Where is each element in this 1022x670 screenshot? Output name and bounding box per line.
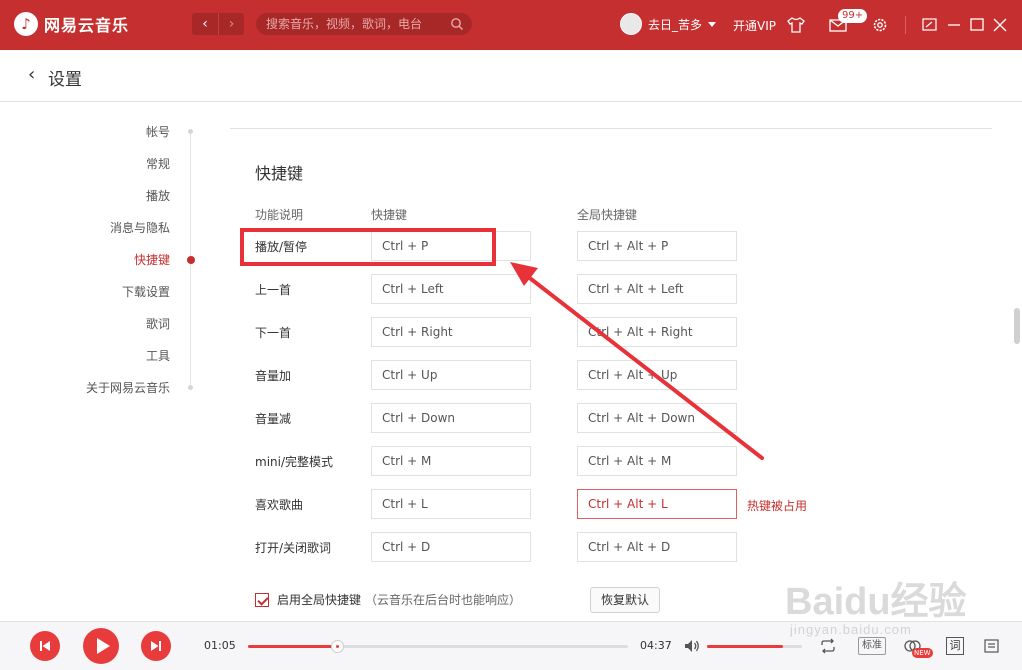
shortcut-field-previous[interactable]: Ctrl + Left: [371, 274, 531, 304]
shortcut-field-toggle-lyrics[interactable]: Ctrl + D: [371, 532, 531, 562]
global-shortcut-field-like-song[interactable]: Ctrl + Alt + L: [577, 489, 737, 519]
shortcut-label-mini-mode: mini/完整模式: [255, 455, 334, 469]
current-time: 01:05: [204, 639, 236, 652]
progress-handle[interactable]: [331, 640, 345, 653]
back-arrow-icon[interactable]: ‹: [192, 13, 218, 35]
sidebar-item-general[interactable]: 常规: [146, 155, 170, 172]
vip-button[interactable]: 开通VIP: [733, 17, 776, 34]
sidebar-dot: [188, 129, 193, 134]
sidebar-item-download[interactable]: 下载设置: [122, 283, 170, 300]
search-icon[interactable]: [450, 17, 464, 31]
global-shortcut-field-volume-up[interactable]: Ctrl + Alt + Up: [577, 360, 737, 390]
global-shortcut-field-previous[interactable]: Ctrl + Alt + Left: [577, 274, 737, 304]
maximize-icon[interactable]: [967, 15, 987, 35]
section-divider: [230, 128, 992, 129]
avatar[interactable]: [620, 13, 642, 35]
shortcut-label-previous: 上一首: [255, 283, 292, 297]
lyrics-button[interactable]: 词: [946, 637, 964, 655]
annotation-highlight-box: [240, 228, 496, 266]
shortcut-label-volume-down: 音量减: [255, 412, 292, 426]
search-box[interactable]: [256, 13, 472, 35]
settings-sidebar: 帐号 常规 播放 消息与隐私 快捷键 下载设置 歌词 工具 关于网易云音乐: [0, 103, 230, 621]
play-icon: [97, 638, 110, 654]
global-shortcut-field-toggle-lyrics[interactable]: Ctrl + Alt + D: [577, 532, 737, 562]
next-icon: [151, 641, 161, 651]
progress-fill: [248, 645, 338, 648]
sidebar-item-privacy[interactable]: 消息与隐私: [110, 219, 170, 236]
minimize-icon[interactable]: [944, 15, 964, 35]
volume-slider[interactable]: [707, 645, 802, 648]
volume-icon[interactable]: [682, 636, 702, 656]
sidebar-item-lyrics[interactable]: 歌词: [146, 315, 170, 332]
user-menu[interactable]: 去日_苦多: [620, 13, 717, 35]
forward-arrow-icon[interactable]: ›: [218, 13, 244, 35]
username[interactable]: 去日_苦多: [648, 16, 702, 33]
netease-logo-icon: ♪: [14, 12, 38, 36]
chevron-down-icon[interactable]: [708, 21, 717, 27]
back-chevron-icon[interactable]: ‹: [28, 64, 35, 85]
total-time: 04:37: [640, 639, 672, 652]
playlist-icon[interactable]: [982, 636, 1002, 656]
window-controls-divider: [905, 16, 906, 34]
volume-fill: [707, 645, 783, 648]
sidebar-item-playback[interactable]: 播放: [146, 187, 170, 204]
sidebar-item-shortcuts[interactable]: 快捷键: [134, 251, 170, 268]
previous-track-button[interactable]: [30, 631, 60, 661]
search-input[interactable]: [266, 16, 446, 32]
previous-icon: [40, 641, 50, 651]
column-header-shortcut: 快捷键: [371, 208, 408, 222]
shortcut-label-next: 下一首: [255, 326, 292, 340]
sidebar-active-dot: [187, 256, 195, 264]
progress-bar[interactable]: [248, 640, 628, 653]
enable-global-shortcuts-note: （云音乐在后台时也能响应）: [365, 593, 522, 607]
shortcut-label-toggle-lyrics: 打开/关闭歌词: [255, 541, 332, 555]
restore-defaults-button[interactable]: 恢复默认: [590, 587, 660, 613]
history-nav: ‹ ›: [192, 13, 244, 35]
next-track-button[interactable]: [141, 631, 171, 661]
mini-mode-icon[interactable]: [920, 15, 940, 35]
sidebar-dot: [188, 385, 193, 390]
page-title: 设置: [48, 70, 82, 90]
skin-shirt-icon[interactable]: [786, 15, 806, 35]
gear-icon[interactable]: [870, 15, 890, 35]
message-count-badge: 99+: [838, 9, 868, 23]
shortcut-field-next[interactable]: Ctrl + Right: [371, 317, 531, 347]
settings-header: ‹ 设置: [0, 50, 1022, 102]
loop-icon[interactable]: [818, 636, 838, 656]
title-bar: ♪ 网易云音乐 ‹ › 去日_苦多 开通VIP 99+: [0, 0, 1022, 50]
shortcut-field-mini-mode[interactable]: Ctrl + M: [371, 446, 531, 476]
global-shortcut-field-mini-mode[interactable]: Ctrl + Alt + M: [577, 446, 737, 476]
column-header-global: 全局快捷键: [577, 208, 638, 222]
global-shortcut-field-next[interactable]: Ctrl + Alt + Right: [577, 317, 737, 347]
shortcut-field-volume-down[interactable]: Ctrl + Down: [371, 403, 531, 433]
enable-global-shortcuts-checkbox[interactable]: [255, 592, 269, 607]
shortcut-field-volume-up[interactable]: Ctrl + Up: [371, 360, 531, 390]
close-icon[interactable]: [990, 15, 1010, 35]
baidu-watermark-url: jingyan.baidu.com: [790, 622, 912, 637]
shortcut-label-like-song: 喜欢歌曲: [255, 498, 304, 512]
quality-button[interactable]: 标准: [858, 637, 886, 655]
enable-global-shortcuts-label[interactable]: 启用全局快捷键: [277, 591, 361, 608]
shortcut-field-like-song[interactable]: Ctrl + L: [371, 489, 531, 519]
play-button[interactable]: [83, 628, 119, 664]
sidebar-item-tools[interactable]: 工具: [146, 347, 170, 364]
content-scrollbar[interactable]: [1014, 308, 1020, 344]
section-title: 快捷键: [255, 164, 304, 183]
app-name: 网易云音乐: [44, 16, 130, 35]
enable-global-shortcuts-row: 启用全局快捷键 （云音乐在后台时也能响应）: [255, 591, 521, 608]
baidu-watermark-logo: Baidu经验: [785, 581, 967, 623]
global-shortcut-field-play-pause[interactable]: Ctrl + Alt + P: [577, 231, 737, 261]
sidebar-item-about[interactable]: 关于网易云音乐: [86, 379, 170, 396]
global-shortcut-field-volume-down[interactable]: Ctrl + Alt + Down: [577, 403, 737, 433]
column-header-function: 功能说明: [255, 208, 304, 222]
hotkey-conflict-warning: 热键被占用: [747, 499, 808, 513]
shortcut-label-volume-up: 音量加: [255, 369, 292, 383]
sidebar-item-account[interactable]: 帐号: [146, 123, 170, 140]
new-badge: NEW: [912, 648, 933, 658]
app-logo[interactable]: ♪ 网易云音乐: [14, 12, 129, 36]
